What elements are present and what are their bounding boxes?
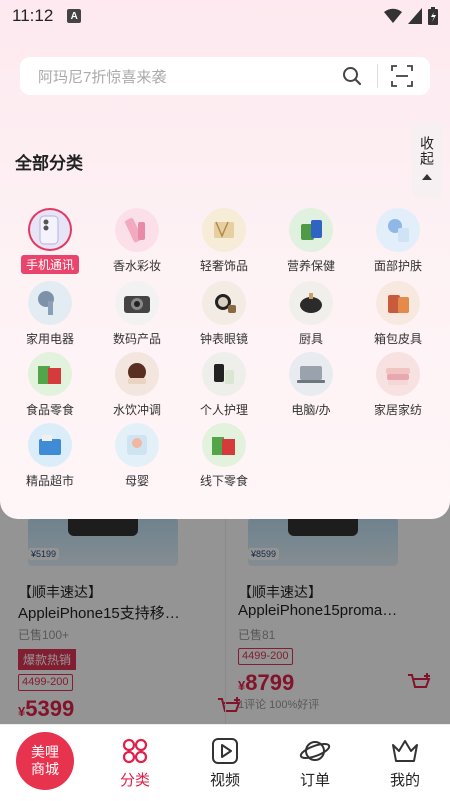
category-label: 母婴 xyxy=(124,474,149,488)
wifi-icon xyxy=(384,8,402,23)
jewelry-icon xyxy=(202,208,246,252)
category-label: 水饮冲调 xyxy=(112,403,161,417)
planet-icon xyxy=(299,740,331,761)
nav-video[interactable]: 视频 xyxy=(180,725,270,801)
category-health[interactable]: 营养保健 xyxy=(268,208,354,274)
nav-home[interactable]: 美哩商城 xyxy=(0,725,90,801)
category-label: 家居家纺 xyxy=(373,403,422,417)
category-label: 电脑/办 xyxy=(291,403,331,417)
category-label: 钟表眼镜 xyxy=(199,332,248,346)
category-label: 数码产品 xyxy=(112,332,161,346)
category-label: 个人护理 xyxy=(199,403,248,417)
offline-snacks-icon xyxy=(202,423,246,467)
category-label: 厨具 xyxy=(298,332,323,346)
collapse-arrow-icon xyxy=(422,174,432,180)
search-placeholder[interactable]: 阿玛尼7折惊喜来袭 xyxy=(38,66,166,87)
search-icon[interactable] xyxy=(342,66,362,86)
drinks-icon xyxy=(115,352,159,396)
nav-mine[interactable]: 我的 xyxy=(360,725,450,801)
supplement-icon xyxy=(289,208,333,252)
battery-icon xyxy=(428,7,438,25)
category-kitchen[interactable]: 厨具 xyxy=(268,281,354,347)
nav-label: 视频 xyxy=(209,771,240,789)
category-luggage[interactable]: 箱包皮具 xyxy=(355,281,441,347)
category-label: 轻奢饰品 xyxy=(199,259,248,273)
skincare-icon xyxy=(376,208,420,252)
textile-icon xyxy=(376,352,420,396)
category-label: 家用电器 xyxy=(25,332,74,346)
phone-icon xyxy=(28,208,72,251)
category-phone[interactable]: 手机通讯 xyxy=(7,208,93,274)
category-label: 食品零食 xyxy=(25,403,74,417)
category-grid-icon xyxy=(122,738,148,763)
status-time: 11:12 xyxy=(12,6,54,25)
category-personal-care[interactable]: 个人护理 xyxy=(181,352,267,418)
category-perfume[interactable]: 香水彩妆 xyxy=(94,208,180,274)
video-icon xyxy=(212,737,238,764)
category-offline-snacks[interactable]: 线下零食 xyxy=(181,423,267,489)
lipstick-icon xyxy=(115,208,159,252)
category-watches[interactable]: 钟表眼镜 xyxy=(181,281,267,347)
category-label: 精品超市 xyxy=(25,474,74,488)
collapse-label: 收起 xyxy=(419,136,435,166)
scan-icon[interactable] xyxy=(391,65,413,87)
category-appliances[interactable]: 家用电器 xyxy=(7,281,93,347)
luggage-icon xyxy=(376,281,420,325)
categories-title: 全部分类 xyxy=(15,154,83,173)
nav-orders[interactable]: 订单 xyxy=(270,725,360,801)
collapse-button[interactable]: 收起 xyxy=(412,122,442,198)
home-button[interactable]: 美哩商城 xyxy=(16,732,74,790)
category-jewelry[interactable]: 轻奢饰品 xyxy=(181,208,267,274)
notification-icon: A xyxy=(67,9,82,23)
category-digital[interactable]: 数码产品 xyxy=(94,281,180,347)
status-bar: 11:12 A xyxy=(0,0,450,32)
category-label: 箱包皮具 xyxy=(373,332,422,346)
category-computer[interactable]: 电脑/办 xyxy=(268,352,354,418)
category-supermarket[interactable]: 精品超市 xyxy=(7,423,93,489)
category-label: 线下零食 xyxy=(199,474,248,488)
search-divider xyxy=(377,64,378,88)
snacks-icon xyxy=(28,352,72,396)
pot-icon xyxy=(289,281,333,325)
category-snacks[interactable]: 食品零食 xyxy=(7,352,93,418)
category-label: 面部护肤 xyxy=(373,259,422,273)
search-bar[interactable]: 阿玛尼7折惊喜来袭 xyxy=(20,57,430,95)
baby-icon xyxy=(115,423,159,467)
personal-care-icon xyxy=(202,352,246,396)
nav-category[interactable]: 分类 xyxy=(90,725,180,801)
hairdryer-icon xyxy=(28,281,72,325)
category-home-textile[interactable]: 家居家纺 xyxy=(355,352,441,418)
category-skincare[interactable]: 面部护肤 xyxy=(355,208,441,274)
category-panel: 阿玛尼7折惊喜来袭 全部分类 收起 手机通讯 香水彩妆 轻奢饰品 营养保健 面部… xyxy=(0,0,450,519)
supermarket-icon xyxy=(28,423,72,467)
category-label: 手机通讯 xyxy=(20,255,79,274)
signal-icon xyxy=(408,8,422,24)
watch-icon xyxy=(202,281,246,325)
nav-label: 我的 xyxy=(389,771,420,789)
category-label: 营养保健 xyxy=(286,259,335,273)
home-label: 美哩商城 xyxy=(31,744,59,777)
laptop-icon xyxy=(289,352,333,396)
nav-label: 分类 xyxy=(119,771,150,789)
crown-icon xyxy=(392,739,418,762)
category-baby[interactable]: 母婴 xyxy=(94,423,180,489)
category-label: 香水彩妆 xyxy=(112,259,161,273)
bottom-nav: 美哩商城 分类 视频 订单 我的 xyxy=(0,724,450,801)
category-drinks[interactable]: 水饮冲调 xyxy=(94,352,180,418)
camera-icon xyxy=(115,281,159,325)
nav-label: 订单 xyxy=(299,771,330,789)
